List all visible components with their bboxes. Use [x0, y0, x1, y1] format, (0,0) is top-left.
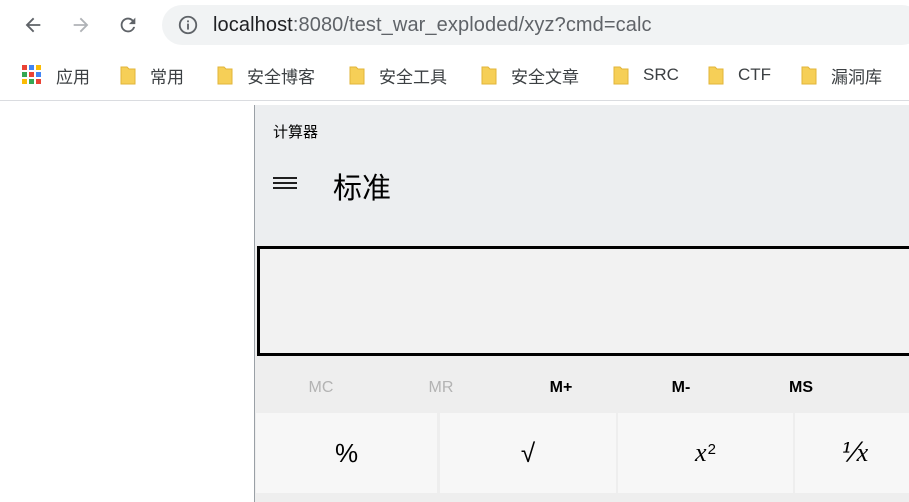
memory-clear-button[interactable]: MC: [261, 367, 381, 409]
folder-icon: [708, 66, 724, 85]
folder-icon: [120, 66, 136, 85]
bookmark-label: 安全博客: [247, 67, 315, 87]
bookmark-label: SRC: [643, 65, 679, 84]
bookmark-label: 安全工具: [379, 67, 447, 87]
address-bar[interactable]: localhost:8080/test_war_exploded/xyz?cmd…: [162, 5, 909, 45]
bookmark-label: CTF: [738, 65, 772, 84]
reload-button[interactable]: [112, 9, 144, 41]
calculator-window-title: 计算器: [273, 124, 319, 141]
forward-arrow-icon: [73, 17, 89, 33]
reciprocal-key-label: ⅟x: [841, 438, 869, 467]
reload-icon: [120, 17, 136, 33]
reciprocal-key[interactable]: ⅟x: [795, 413, 909, 493]
folder-icon: [481, 66, 497, 85]
bookmark-label: 常用: [150, 67, 184, 87]
bookmarks-bar: 应用 常用 安全博客 安全工具 安全文章 SRC CTF 漏洞库: [0, 50, 909, 101]
memory-recall-button[interactable]: MR: [381, 367, 501, 409]
bookmark-apps[interactable]: 应用: [22, 62, 90, 88]
bookmark-label: 漏洞库: [831, 67, 882, 87]
folder-icon: [801, 66, 817, 85]
url-text[interactable]: localhost:8080/test_war_exploded/xyz?cmd…: [213, 14, 652, 37]
bookmark-folder[interactable]: 安全文章: [481, 62, 579, 88]
calculator-display[interactable]: [257, 246, 909, 356]
bookmark-apps-label: 应用: [56, 67, 90, 87]
site-info-icon[interactable]: [177, 14, 199, 36]
browser-toolbar: localhost:8080/test_war_exploded/xyz?cmd…: [0, 0, 909, 50]
hamburger-menu-icon[interactable]: [273, 175, 297, 191]
square-key-base: x: [695, 438, 707, 467]
square-key[interactable]: x2: [618, 413, 793, 493]
bookmark-folder[interactable]: 安全工具: [349, 62, 447, 88]
bookmark-folder[interactable]: 常用: [120, 62, 184, 88]
bookmark-folder[interactable]: 漏洞库: [801, 62, 882, 88]
forward-button[interactable]: [65, 9, 97, 41]
square-root-key[interactable]: √: [440, 413, 616, 493]
bookmark-folder[interactable]: CTF: [708, 62, 771, 88]
apps-grid-icon: [22, 65, 42, 85]
square-root-key-label: √: [520, 437, 536, 468]
browser-window: localhost:8080/test_war_exploded/xyz?cmd…: [0, 0, 909, 502]
square-key-exponent: 2: [707, 440, 716, 458]
folder-icon: [613, 66, 629, 85]
folder-icon: [349, 66, 365, 85]
calculator-mode-title: 标准: [333, 173, 392, 205]
memory-add-button[interactable]: M+: [501, 367, 621, 409]
memory-subtract-button[interactable]: M-: [621, 367, 741, 409]
bookmark-folder[interactable]: SRC: [613, 62, 679, 88]
percent-key-label: %: [334, 437, 359, 468]
url-path: :8080/test_war_exploded/xyz?cmd=calc: [292, 13, 652, 36]
bookmark-folder[interactable]: 安全博客: [217, 62, 315, 88]
folder-icon: [217, 66, 233, 85]
back-arrow-icon: [25, 17, 41, 33]
back-button[interactable]: [17, 9, 49, 41]
function-keys-row: % √ x2 ⅟x: [255, 413, 909, 493]
percent-key[interactable]: %: [256, 413, 437, 493]
bookmark-label: 安全文章: [511, 67, 579, 87]
url-host: localhost: [213, 13, 293, 36]
calculator-window: 计算器 标准 MC MR M+ M- MS % √ x 2 ⅟x: [254, 105, 909, 502]
memory-store-button[interactable]: MS: [741, 367, 861, 409]
calculator-header: 计算器 标准: [255, 105, 909, 245]
memory-row: MC MR M+ M- MS: [255, 367, 909, 409]
